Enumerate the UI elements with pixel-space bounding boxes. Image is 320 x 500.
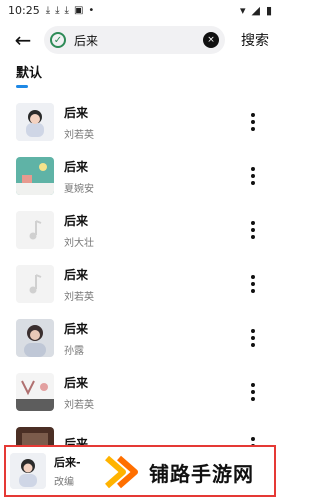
album-cover <box>16 103 54 141</box>
track-artist: 刘若英 <box>64 129 94 141</box>
search-button[interactable]: 搜索 <box>241 30 269 50</box>
clear-button[interactable]: × <box>203 32 219 48</box>
tab-default[interactable]: 默认 <box>16 62 42 81</box>
list-item[interactable]: 后来 刘若英 <box>0 95 280 149</box>
list-item[interactable]: 后来 孙露 <box>0 311 280 365</box>
album-art-image <box>16 103 54 141</box>
track-artist: 刘若英 <box>64 399 94 411</box>
track-artist: 刘大壮 <box>64 237 94 249</box>
back-button[interactable]: ← <box>10 27 36 53</box>
album-cover <box>16 319 54 357</box>
album-cover <box>16 211 54 249</box>
album-art-image <box>10 453 46 489</box>
track-artist: 刘若英 <box>64 291 94 303</box>
dot-icon: • <box>88 4 95 16</box>
list-item[interactable]: 后来 夏婉安 <box>0 149 280 203</box>
album-art-image <box>16 373 54 411</box>
music-note-icon <box>16 265 54 303</box>
status-time: 10:25 <box>8 3 40 17</box>
music-note-icon <box>16 211 54 249</box>
track-title: 后来 <box>64 213 89 228</box>
signal-icon: ◢ <box>251 3 260 17</box>
track-title: 后来 <box>64 321 89 336</box>
list-item[interactable]: 后来 刘大壮 <box>0 203 280 257</box>
search-input[interactable]: 后来 <box>74 32 203 49</box>
search-logo-icon: ✓ <box>50 32 66 48</box>
album-art-image <box>16 157 54 195</box>
track-artist: 夏婉安 <box>64 183 94 195</box>
download-icon: ⤓ <box>64 4 69 16</box>
tabbar: 默认 <box>16 62 42 90</box>
mini-player-meta: 后来- 改编 <box>54 454 81 488</box>
album-cover <box>16 373 54 411</box>
mini-player-title: 后来- <box>54 456 81 469</box>
more-button[interactable] <box>246 164 260 188</box>
album-cover <box>16 265 54 303</box>
download-icon: ⤓ <box>45 4 51 16</box>
track-title: 后来 <box>64 375 89 390</box>
album-art-image <box>16 319 54 357</box>
photo-icon: ▣ <box>73 4 84 16</box>
arrow-left-icon: ← <box>14 28 32 52</box>
track-title: 后来 <box>64 267 89 282</box>
more-button[interactable] <box>246 110 260 134</box>
status-notification-icons: ⤓ ⤓ ⤓ ▣ • <box>46 5 95 16</box>
track-meta: 后来 刘若英 <box>64 104 94 141</box>
watermark-text: 铺路手游网 <box>149 461 254 486</box>
search-row: ← ✓ 后来 × 搜索 <box>0 24 280 56</box>
status-left: 10:25 ⤓ ⤓ ⤓ ▣ • <box>8 4 94 17</box>
close-icon: × <box>207 35 215 45</box>
mini-player[interactable]: 后来- 改编 铺路手游网 <box>4 445 276 497</box>
more-button[interactable] <box>246 380 260 404</box>
track-title: 后来 <box>64 105 89 120</box>
album-cover <box>16 157 54 195</box>
track-meta: 后来 刘若英 <box>64 374 94 411</box>
status-right: ▾ ◢ ▮ <box>240 4 272 17</box>
track-meta: 后来 孙露 <box>64 320 88 357</box>
mini-player-artist: 改编 <box>54 477 74 488</box>
more-button[interactable] <box>246 272 260 296</box>
more-button[interactable] <box>246 218 260 242</box>
tab-underline <box>16 85 28 88</box>
track-meta: 后来 刘大壮 <box>64 212 94 249</box>
download-icon: ⤓ <box>55 4 60 16</box>
watermark-logo-icon <box>105 455 138 489</box>
mini-player-cover <box>10 453 46 489</box>
list-item[interactable]: 后来 刘若英 <box>0 257 280 311</box>
more-button[interactable] <box>246 326 260 350</box>
track-artist: 孙露 <box>64 345 84 357</box>
search-box[interactable]: ✓ 后来 × <box>44 26 225 54</box>
track-meta: 后来 夏婉安 <box>64 158 94 195</box>
battery-icon: ▮ <box>265 3 272 17</box>
list-item[interactable]: 后来 刘若英 <box>0 365 280 419</box>
status-bar: 10:25 ⤓ ⤓ ⤓ ▣ • ▾ ◢ ▮ <box>0 0 280 20</box>
results-list: 后来 刘若英 后来 夏婉安 后来 刘大壮 后来 刘若英 后来 孙露 后来 刘若英… <box>0 95 280 500</box>
track-meta: 后来 刘若英 <box>64 266 94 303</box>
watermark: 铺路手游网 <box>101 450 271 494</box>
wifi-icon: ▾ <box>239 3 246 17</box>
track-title: 后来 <box>64 159 89 174</box>
